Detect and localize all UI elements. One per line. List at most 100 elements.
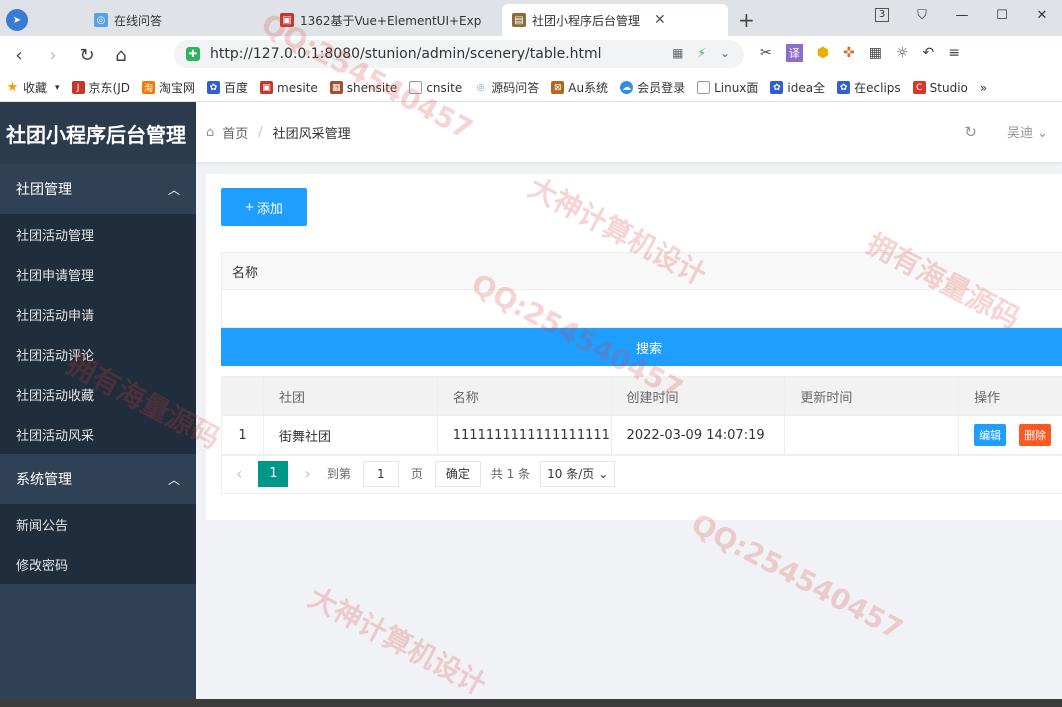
breadcrumb-home[interactable]: 首页 bbox=[222, 123, 248, 142]
window-controls: 3 ⛉ — ☐ ✕ bbox=[862, 0, 1062, 30]
au-icon: ⊠ bbox=[551, 81, 565, 94]
add-button[interactable]: + 添加 bbox=[221, 188, 307, 226]
menu-icon[interactable]: ≡ bbox=[948, 45, 960, 61]
forward-icon[interactable]: › bbox=[38, 40, 68, 70]
goto-page-input[interactable]: 1 bbox=[362, 460, 399, 487]
bookmarks-overflow-icon[interactable]: » bbox=[980, 81, 987, 95]
column-header[interactable]: 名称 bbox=[438, 377, 612, 415]
browser-tab-project[interactable]: ▣ 1362基于Vue+ElementUI+Exp bbox=[270, 4, 502, 36]
bookmark-item[interactable]: ✿ 在eclips bbox=[837, 79, 901, 96]
next-page-icon[interactable]: › bbox=[304, 464, 310, 483]
bookmark-item[interactable]: ★ 收藏 ▾ bbox=[6, 79, 60, 96]
app-title: 社团小程序后台管理 bbox=[0, 102, 196, 164]
bookmark-item[interactable]: ☁ 会员登录 bbox=[620, 79, 685, 96]
main-content: ⌂ 首页 / 社团风采管理 ↻ 吴迪 ⌄ + 添加 名称 搜索 社团 名称 创建时… bbox=[196, 102, 1062, 699]
address-bar[interactable]: ✚ http://127.0.0.1:8080/stunion/admin/sc… bbox=[174, 40, 744, 68]
refresh-icon[interactable]: ↻ bbox=[964, 123, 977, 141]
browser-logo-icon: ➤ bbox=[6, 9, 28, 31]
sidebar-item-activity[interactable]: 社团活动管理 bbox=[0, 214, 196, 254]
bookmark-item[interactable]: ▣ mesite bbox=[260, 81, 318, 95]
chevron-up-icon: ︿ bbox=[167, 472, 180, 487]
bookmark-item[interactable]: ⊠ Au系统 bbox=[551, 79, 608, 96]
cell-updated bbox=[785, 416, 960, 454]
browser-tab-admin[interactable]: ▤ 社团小程序后台管理 ✕ bbox=[502, 4, 728, 36]
bookmark-item[interactable]: ◎ 源码问答 bbox=[474, 79, 539, 96]
baidu-icon: ✿ bbox=[207, 81, 221, 94]
search-button[interactable]: 搜索 bbox=[221, 328, 1062, 366]
filter-name-input[interactable] bbox=[221, 290, 1062, 328]
tab-count-badge[interactable]: 3 bbox=[875, 8, 889, 22]
delete-button[interactable]: 删除 bbox=[1019, 424, 1052, 446]
bookmark-item[interactable]: ▦ shensite bbox=[329, 81, 397, 95]
bookmark-item[interactable]: J 京东(JD bbox=[71, 79, 130, 96]
column-header[interactable]: 社团 bbox=[264, 377, 438, 415]
bookmark-item[interactable]: C Studio bbox=[912, 81, 968, 95]
top-header: ⌂ 首页 / 社团风采管理 ↻ 吴迪 ⌄ bbox=[196, 102, 1062, 162]
qa-site-icon: ◎ bbox=[94, 13, 108, 27]
sidebar-item-news[interactable]: 新闻公告 bbox=[0, 504, 196, 544]
current-page[interactable]: 1 bbox=[258, 460, 289, 487]
filter-name-label: 名称 bbox=[221, 252, 1062, 290]
brightness-icon[interactable]: ☼ bbox=[896, 45, 909, 61]
column-header bbox=[222, 377, 264, 415]
home-icon[interactable]: ⌂ bbox=[106, 40, 136, 70]
sidebar-item-activity-application[interactable]: 社团活动申请 bbox=[0, 294, 196, 334]
plus-icon: + bbox=[245, 198, 254, 216]
tab-close-icon[interactable]: ✕ bbox=[654, 12, 666, 28]
minimize-icon[interactable]: — bbox=[942, 8, 982, 23]
lightning-icon[interactable]: ⚡ bbox=[698, 46, 706, 60]
undo-icon[interactable]: ↶ bbox=[923, 45, 935, 61]
sidebar-item-password[interactable]: 修改密码 bbox=[0, 544, 196, 584]
page-size-select[interactable]: 10 条/页 ⌄ bbox=[540, 460, 616, 487]
chevron-up-icon: ︿ bbox=[167, 182, 180, 197]
cell-actions: 编辑 删除 bbox=[959, 416, 1062, 454]
star-icon: ★ bbox=[6, 80, 19, 95]
menu-group-system[interactable]: 系统管理 ︿ bbox=[0, 454, 196, 504]
taobao-icon: 淘 bbox=[142, 81, 156, 94]
bookmark-item[interactable]: ✿ 百度 bbox=[207, 79, 248, 96]
admin-site-icon: ▤ bbox=[512, 13, 526, 27]
mesite-icon: ▣ bbox=[260, 81, 274, 94]
page-icon bbox=[409, 81, 423, 94]
shensite-icon: ▦ bbox=[329, 81, 343, 94]
bookmarks-bar: ★ 收藏 ▾ J 京东(JD 淘淘宝网 ✿ 百度 ▣ mesite ▦ shensite c… bbox=[0, 74, 1062, 102]
chevron-down-icon[interactable]: ⌄ bbox=[720, 46, 730, 60]
new-tab-icon[interactable]: + bbox=[728, 4, 765, 36]
cell-created: 2022-03-09 14:07:19 bbox=[612, 416, 786, 454]
bookmark-item[interactable]: cnsite bbox=[409, 81, 462, 95]
total-count: 共 1 条 bbox=[490, 467, 531, 481]
edit-button[interactable]: 编辑 bbox=[974, 424, 1007, 446]
bookmark-item[interactable]: Linux面 bbox=[697, 79, 758, 96]
url-text: http://127.0.0.1:8080/stunion/admin/scen… bbox=[210, 46, 602, 62]
bookmark-item[interactable]: 淘淘宝网 bbox=[142, 79, 195, 96]
shirt-icon[interactable]: ⛉ bbox=[902, 8, 942, 23]
goto-suffix: 页 bbox=[410, 467, 423, 481]
column-header[interactable]: 更新时间 bbox=[785, 377, 960, 415]
column-header[interactable]: 创建时间 bbox=[612, 377, 786, 415]
sidebar-item-application[interactable]: 社团申请管理 bbox=[0, 254, 196, 294]
bookmark-item[interactable]: ✿ idea全 bbox=[770, 79, 825, 96]
close-window-icon[interactable]: ✕ bbox=[1022, 8, 1062, 23]
translate-icon[interactable]: 译 bbox=[785, 44, 803, 62]
back-icon[interactable]: ‹ bbox=[4, 40, 34, 70]
chevron-down-icon: ⌄ bbox=[1037, 126, 1048, 141]
reload-icon[interactable]: ↻ bbox=[72, 40, 102, 70]
qa-icon: ◎ bbox=[476, 82, 485, 93]
scissors-icon[interactable]: ✂ bbox=[760, 45, 772, 61]
browser-tab-qa[interactable]: ◎ 在线问答 bbox=[84, 4, 270, 36]
goto-prefix: 到第 bbox=[326, 467, 351, 481]
maximize-icon[interactable]: ☐ bbox=[982, 8, 1022, 23]
prev-page-icon[interactable]: ‹ bbox=[236, 464, 242, 483]
sidebar-item-favorite[interactable]: 社团活动收藏 bbox=[0, 374, 196, 414]
shield-ext-icon[interactable]: ⬢ bbox=[817, 45, 829, 61]
game-icon[interactable]: ✜ bbox=[843, 45, 855, 61]
user-dropdown[interactable]: 吴迪 ⌄ bbox=[1007, 122, 1048, 141]
chevron-down-icon: ⌄ bbox=[598, 466, 609, 481]
browser-tab[interactable]: ➤ bbox=[0, 4, 84, 36]
grid-icon[interactable]: ▦ bbox=[672, 46, 683, 60]
apps-icon[interactable]: ▦ bbox=[869, 45, 882, 61]
goto-confirm-button[interactable]: 确定 bbox=[434, 460, 481, 487]
sidebar-item-scenery[interactable]: 社团活动风采 bbox=[0, 414, 196, 454]
menu-group-club[interactable]: 社团管理 ︿ bbox=[0, 164, 196, 214]
sidebar-item-comment[interactable]: 社团活动评论 bbox=[0, 334, 196, 374]
